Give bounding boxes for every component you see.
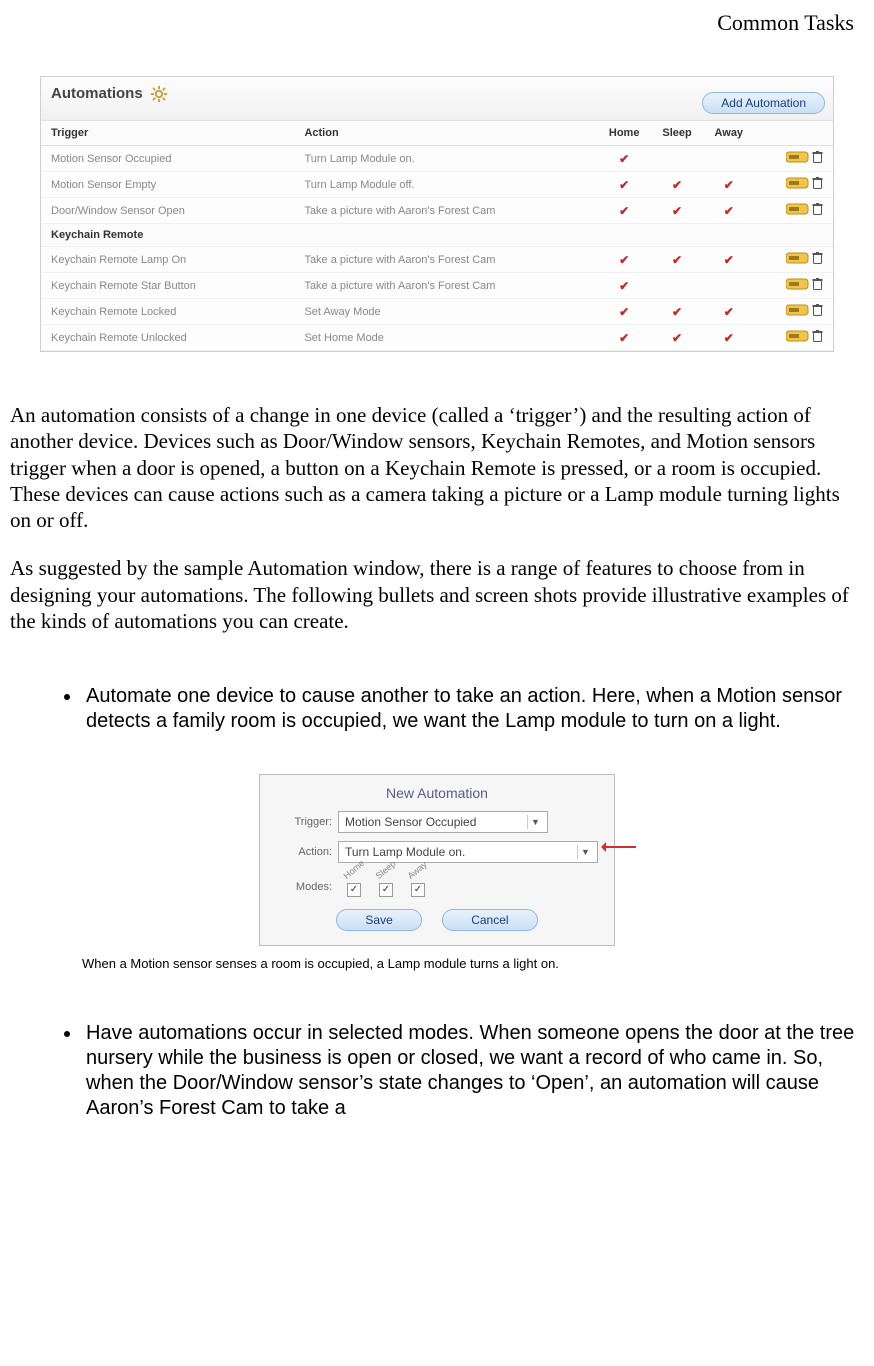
group-header-row: Keychain Remote — [41, 224, 833, 247]
cell-action: Set Home Mode — [294, 325, 595, 351]
cell-away — [701, 146, 752, 172]
paragraph-2: As suggested by the sample Automation wi… — [10, 555, 864, 634]
cell-sleep — [649, 146, 701, 172]
cell-sleep: ✔ — [649, 299, 701, 325]
edit-icon[interactable] — [786, 278, 810, 293]
table-row: Motion Sensor EmptyTurn Lamp Module off.… — [41, 172, 833, 198]
cell-action: Turn Lamp Module off. — [294, 172, 595, 198]
cell-away: ✔ — [701, 247, 752, 273]
cell-sleep: ✔ — [649, 325, 701, 351]
trigger-select[interactable]: Motion Sensor Occupied ▼ — [338, 811, 548, 833]
col-actions — [752, 121, 833, 146]
mode-sleep-checkbox[interactable]: ✓ — [379, 883, 393, 897]
edit-icon[interactable] — [786, 252, 810, 267]
group-label: Keychain Remote — [41, 224, 833, 247]
col-trigger: Trigger — [41, 121, 294, 146]
cell-away: ✔ — [701, 198, 752, 224]
automations-panel: Automations Add Automation Trigger Actio… — [40, 76, 834, 352]
cell-home: ✔ — [595, 299, 649, 325]
edit-icon[interactable] — [786, 203, 810, 218]
action-select[interactable]: Turn Lamp Module on. ▼ — [338, 841, 598, 863]
cell-action: Take a picture with Aaron's Forest Cam — [294, 273, 595, 299]
dialog-title: New Automation — [276, 785, 598, 801]
cell-trigger: Motion Sensor Occupied — [41, 146, 294, 172]
mode-away-checkbox[interactable]: ✓ — [411, 883, 425, 897]
trash-icon[interactable] — [812, 330, 823, 345]
edit-icon[interactable] — [786, 151, 810, 166]
table-row: Keychain Remote Star ButtonTake a pictur… — [41, 273, 833, 299]
cell-action: Take a picture with Aaron's Forest Cam — [294, 247, 595, 273]
cell-sleep: ✔ — [649, 172, 701, 198]
new-automation-dialog: New Automation Trigger: Motion Sensor Oc… — [259, 774, 615, 946]
cell-trigger: Keychain Remote Locked — [41, 299, 294, 325]
col-home: Home — [595, 121, 649, 146]
edit-icon[interactable] — [786, 330, 810, 345]
cell-action: Set Away Mode — [294, 299, 595, 325]
bullet-1: Automate one device to cause another to … — [82, 684, 864, 734]
panel-title: Automations — [51, 85, 143, 102]
table-row: Keychain Remote Lamp OnTake a picture wi… — [41, 247, 833, 273]
annotation-arrow-icon — [602, 846, 636, 848]
cell-away — [701, 273, 752, 299]
edit-icon[interactable] — [786, 177, 810, 192]
cell-away: ✔ — [701, 172, 752, 198]
col-sleep: Sleep — [649, 121, 701, 146]
trash-icon[interactable] — [812, 278, 823, 293]
trash-icon[interactable] — [812, 177, 823, 192]
cell-home: ✔ — [595, 325, 649, 351]
cell-trigger: Keychain Remote Unlocked — [41, 325, 294, 351]
save-button[interactable]: Save — [336, 909, 421, 931]
table-row: Door/Window Sensor OpenTake a picture wi… — [41, 198, 833, 224]
cell-action: Turn Lamp Module on. — [294, 146, 595, 172]
cell-sleep: ✔ — [649, 198, 701, 224]
mode-home-checkbox[interactable]: ✓ — [347, 883, 361, 897]
section-header: Common Tasks — [10, 0, 864, 36]
action-label: Action: — [276, 846, 332, 858]
trigger-label: Trigger: — [276, 816, 332, 828]
figure-caption: When a Motion sensor senses a room is oc… — [82, 956, 864, 971]
cell-home: ✔ — [595, 273, 649, 299]
cell-home: ✔ — [595, 146, 649, 172]
edit-icon[interactable] — [786, 304, 810, 319]
trash-icon[interactable] — [812, 252, 823, 267]
chevron-down-icon: ▼ — [527, 815, 543, 829]
cell-action: Take a picture with Aaron's Forest Cam — [294, 198, 595, 224]
trash-icon[interactable] — [812, 304, 823, 319]
modes-label: Modes: — [276, 881, 332, 893]
bullet-2: Have automations occur in selected modes… — [82, 1021, 864, 1121]
chevron-down-icon: ▼ — [577, 845, 593, 859]
trigger-value: Motion Sensor Occupied — [345, 815, 476, 829]
cell-home: ✔ — [595, 172, 649, 198]
trash-icon[interactable] — [812, 151, 823, 166]
add-automation-button[interactable]: Add Automation — [702, 92, 825, 114]
cell-away: ✔ — [701, 325, 752, 351]
table-row: Keychain Remote LockedSet Away Mode✔✔✔ — [41, 299, 833, 325]
col-away: Away — [701, 121, 752, 146]
cell-home: ✔ — [595, 198, 649, 224]
cell-trigger: Keychain Remote Star Button — [41, 273, 294, 299]
cell-trigger: Motion Sensor Empty — [41, 172, 294, 198]
cell-sleep: ✔ — [649, 247, 701, 273]
gear-icon[interactable] — [151, 86, 167, 102]
cell-trigger: Keychain Remote Lamp On — [41, 247, 294, 273]
table-row: Motion Sensor OccupiedTurn Lamp Module o… — [41, 146, 833, 172]
action-value: Turn Lamp Module on. — [345, 845, 465, 859]
cell-sleep — [649, 273, 701, 299]
col-action: Action — [294, 121, 595, 146]
cell-home: ✔ — [595, 247, 649, 273]
cell-trigger: Door/Window Sensor Open — [41, 198, 294, 224]
cancel-button[interactable]: Cancel — [442, 909, 537, 931]
table-row: Keychain Remote UnlockedSet Home Mode✔✔✔ — [41, 325, 833, 351]
table-header-row: Trigger Action Home Sleep Away — [41, 121, 833, 146]
trash-icon[interactable] — [812, 203, 823, 218]
cell-away: ✔ — [701, 299, 752, 325]
paragraph-1: An automation consists of a change in on… — [10, 402, 864, 533]
